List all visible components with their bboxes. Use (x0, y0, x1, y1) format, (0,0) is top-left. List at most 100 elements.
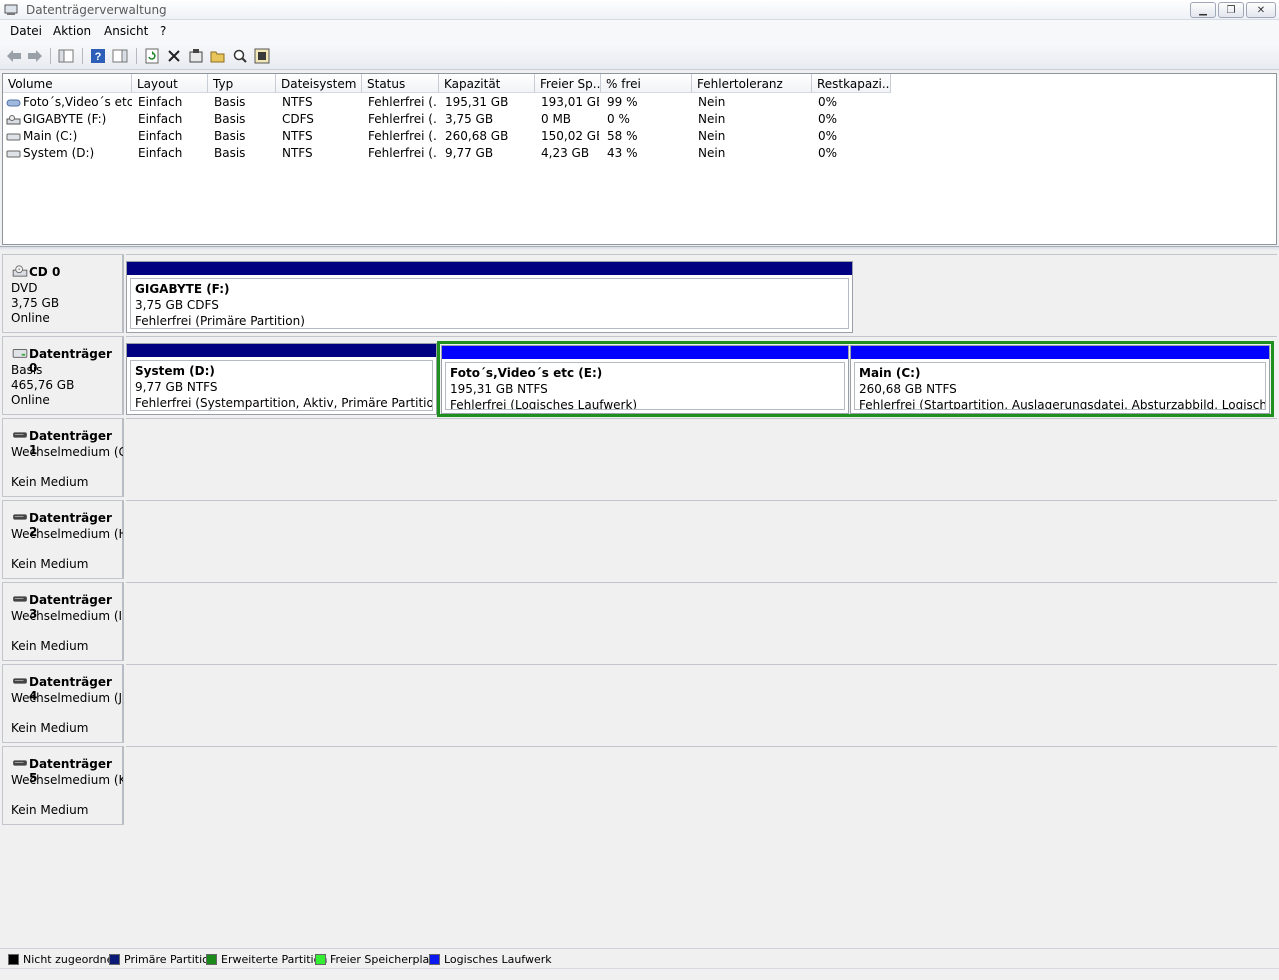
column-header[interactable]: Restkapazi... (812, 74, 891, 93)
partition-name: System (D:) (135, 364, 215, 378)
table-cell: Nein (698, 129, 726, 143)
restore-icon: ❐ (1226, 4, 1236, 16)
disk-row-0[interactable]: Datenträger 0 Basis 465,76 GB Online Sys… (0, 333, 1279, 417)
disk-status: Online (11, 311, 50, 325)
console-tree-button[interactable] (56, 46, 76, 66)
details-button[interactable] (252, 46, 272, 66)
help-button[interactable]: ? (88, 46, 108, 66)
refresh-button[interactable] (142, 46, 162, 66)
disk-body-cd0: GIGABYTE (F:) 3,75 GB CDFS Fehlerfrei (P… (126, 254, 1277, 333)
table-cell: Einfach (138, 95, 183, 109)
partition-name: Main (C:) (859, 366, 921, 380)
table-cell: 193,01 GB (541, 95, 599, 109)
column-header[interactable]: Layout (132, 74, 208, 93)
disk-label-5[interactable]: Datenträger 5 Wechselmedium (K: Kein Med… (2, 746, 124, 825)
disk-row-5[interactable]: Datenträger 5 Wechselmedium (K: Kein Med… (0, 743, 1279, 825)
column-header[interactable]: Typ (208, 74, 276, 93)
removable-drive-icon (13, 596, 27, 602)
partition-status: Fehlerfrei (Systempartition, Aktiv, Prim… (135, 396, 433, 410)
partition-size: 9,77 GB NTFS (135, 380, 218, 394)
disk-label-0[interactable]: Datenträger 0 Basis 465,76 GB Online (2, 336, 124, 415)
table-row[interactable]: Foto´s,Video´s etc ... Einfach Basis NTFS Fe… (3, 94, 1276, 111)
disk-row-cd0[interactable]: CD 0 DVD 3,75 GB Online GIGABYTE (F:) 3,… (0, 251, 1279, 333)
open-button[interactable] (208, 46, 228, 66)
table-row[interactable]: Main (C:) Einfach Basis NTFS Fehlerfrei (...… (3, 128, 1276, 145)
disk-type: Wechselmedium (J:) (11, 691, 123, 705)
close-icon: ✕ (1256, 4, 1266, 16)
disk-map: CD 0 DVD 3,75 GB Online GIGABYTE (F:) 3,… (0, 251, 1279, 948)
table-cell: Einfach (138, 112, 183, 126)
column-header[interactable]: Dateisystem (276, 74, 362, 93)
title-bar: Datenträgerverwaltung ▁ ❐ ✕ (0, 0, 1279, 20)
table-row[interactable]: GIGABYTE (F:) Einfach Basis CDFS Fehlerfrei … (3, 111, 1276, 128)
disk-label-1[interactable]: Datenträger 1 Wechselmedium (G: Kein Med… (2, 418, 124, 497)
menu-help[interactable]: ? (160, 24, 166, 38)
disk-row-2[interactable]: Datenträger 2 Wechselmedium (H: Kein Med… (0, 497, 1279, 579)
table-cell: 0 MB (541, 112, 572, 126)
properties-button[interactable] (186, 46, 206, 66)
close-button[interactable]: ✕ (1246, 2, 1276, 18)
legend-logical: Logisches Laufwerk (429, 953, 552, 966)
menu-aktion[interactable]: Aktion (53, 24, 91, 38)
table-cell: Basis (214, 146, 246, 160)
volume-icon (6, 133, 21, 141)
back-button[interactable] (4, 46, 24, 66)
disk-label-2[interactable]: Datenträger 2 Wechselmedium (H: Kein Med… (2, 500, 124, 579)
disk-type: Wechselmedium (I:) (11, 609, 123, 623)
column-header[interactable]: Status (362, 74, 439, 93)
partition-fotos-e[interactable]: Foto´s,Video´s etc (E:) 195,31 GB NTFS F… (441, 345, 849, 414)
menu-ansicht[interactable]: Ansicht (104, 24, 148, 38)
column-header[interactable]: Freier Sp... (535, 74, 601, 93)
partition-system-d[interactable]: System (D:) 9,77 GB NTFS Fehlerfrei (Sys… (126, 343, 437, 415)
partition-status: Fehlerfrei (Primäre Partition) (135, 314, 305, 328)
table-cell: Nein (698, 95, 726, 109)
table-cell: 4,23 GB (541, 146, 590, 160)
table-cell: Foto´s,Video´s etc ... (23, 95, 132, 109)
properties-icon (189, 49, 203, 63)
table-cell: 0% (818, 112, 838, 126)
forward-button[interactable] (25, 46, 45, 66)
table-cell: Fehlerfrei (... (368, 112, 437, 126)
partition-main-c[interactable]: Main (C:) 260,68 GB NTFS Fehlerfrei (Sta… (850, 345, 1270, 414)
action-pane-button[interactable] (110, 46, 130, 66)
disk-row-4[interactable]: Datenträger 4 Wechselmedium (J:) Kein Me… (0, 661, 1279, 743)
table-cell: Nein (698, 146, 726, 160)
partition-size: 260,68 GB NTFS (859, 382, 957, 396)
delete-button[interactable] (164, 46, 184, 66)
column-header[interactable]: Fehlertoleranz (692, 74, 812, 93)
table-cell: Basis (214, 112, 246, 126)
table-cell: 150,02 GB (541, 129, 599, 143)
explore-icon (233, 49, 247, 63)
table-cell: 195,31 GB (445, 95, 509, 109)
logical-drive-bar (851, 346, 1269, 359)
disk-body-5 (126, 746, 1277, 825)
cd-drive-icon (12, 265, 28, 277)
disk-label-cd0[interactable]: CD 0 DVD 3,75 GB Online (2, 254, 124, 333)
disk-size: 465,76 GB (11, 378, 75, 392)
table-cell: 99 % (607, 95, 638, 109)
legend-primary: Primäre Partition (109, 953, 216, 966)
table-cell: 0% (818, 146, 838, 160)
disk-row-3[interactable]: Datenträger 3 Wechselmedium (I:) Kein Me… (0, 579, 1279, 661)
table-cell: Einfach (138, 146, 183, 160)
menu-datei[interactable]: Datei (10, 24, 42, 38)
disk-status: Kein Medium (11, 557, 89, 571)
column-header[interactable]: Kapazität (439, 74, 535, 93)
disk-label-3[interactable]: Datenträger 3 Wechselmedium (I:) Kein Me… (2, 582, 124, 661)
restore-button[interactable]: ❐ (1218, 2, 1244, 18)
disk-type: Wechselmedium (G: (11, 445, 123, 459)
disk-status: Kein Medium (11, 803, 89, 817)
column-header[interactable]: Volume (3, 74, 132, 93)
volume-list[interactable]: Volume Layout Typ Dateisystem Status Kapazitä… (2, 73, 1277, 245)
column-header[interactable]: % frei (601, 74, 692, 93)
disk-label-4[interactable]: Datenträger 4 Wechselmedium (J:) Kein Me… (2, 664, 124, 743)
table-row[interactable]: System (D:) Einfach Basis NTFS Fehlerfrei (.… (3, 145, 1276, 162)
partition-gigabyte-f[interactable]: GIGABYTE (F:) 3,75 GB CDFS Fehlerfrei (P… (126, 261, 853, 333)
table-cell: 43 % (607, 146, 638, 160)
explore-button[interactable] (230, 46, 250, 66)
removable-drive-icon (13, 432, 27, 438)
minimize-button[interactable]: ▁ (1190, 2, 1216, 18)
legend-unallocated: Nicht zugeordnet (8, 953, 118, 966)
disk-status: Kein Medium (11, 721, 89, 735)
disk-row-1[interactable]: Datenträger 1 Wechselmedium (G: Kein Med… (0, 415, 1279, 497)
